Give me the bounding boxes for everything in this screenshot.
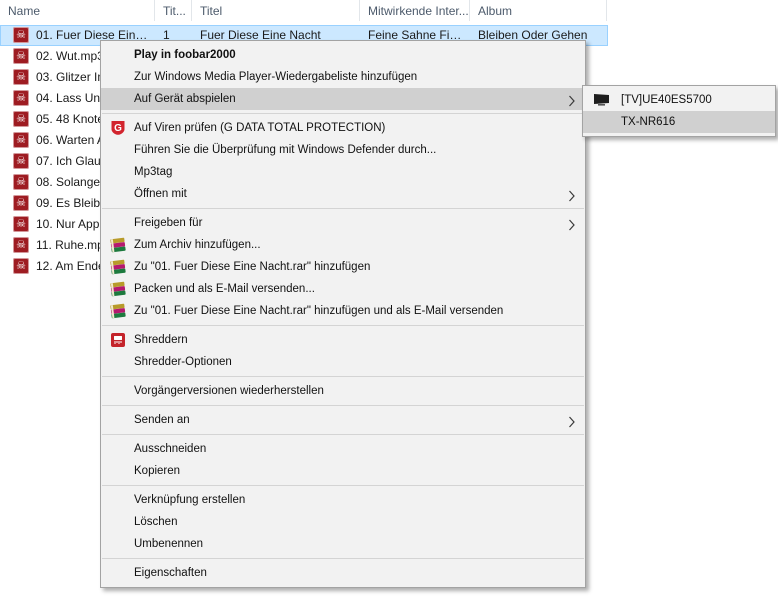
winrar-books-icon	[110, 237, 126, 253]
skull-album-art-icon: ☠	[13, 90, 29, 106]
menu-separator	[102, 485, 584, 486]
menu-item-label: Zum Archiv hinzufügen...	[134, 239, 261, 251]
menu-item-cut[interactable]: Ausschneiden	[101, 438, 585, 460]
menu-item-label: Auf Gerät abspielen	[134, 93, 236, 105]
menu-item-label: Senden an	[134, 414, 190, 426]
menu-separator	[102, 558, 584, 559]
menu-item-add-to-rar-and-email[interactable]: Zu "01. Fuer Diese Eine Nacht.rar" hinzu…	[101, 300, 585, 322]
column-header-album[interactable]: Album	[470, 0, 607, 21]
shredder-icon	[110, 332, 126, 348]
context-menu: Play in foobar2000 Zur Windows Media Pla…	[100, 40, 586, 588]
menu-item-label: Freigeben für	[134, 217, 202, 229]
menu-item-share-with[interactable]: Freigeben für	[101, 212, 585, 234]
menu-item-rename[interactable]: Umbenennen	[101, 533, 585, 555]
menu-separator	[102, 376, 584, 377]
menu-item-label: Shreddern	[134, 334, 188, 346]
menu-item-play-to-device[interactable]: Auf Gerät abspielen	[101, 88, 585, 110]
column-header-track[interactable]: Tit...	[155, 0, 192, 21]
menu-item-label: Auf Viren prüfen (G DATA TOTAL PROTECTIO…	[134, 122, 385, 134]
gdata-shield-icon: G	[110, 120, 126, 136]
menu-item-add-to-archive[interactable]: Zum Archiv hinzufügen...	[101, 234, 585, 256]
skull-album-art-icon: ☠	[13, 195, 29, 211]
menu-item-delete[interactable]: Löschen	[101, 511, 585, 533]
menu-item-play-in-foobar2000[interactable]: Play in foobar2000	[101, 44, 585, 66]
menu-item-label: Öffnen mit	[134, 188, 187, 200]
file-list-header: Name Tit... Titel Mitwirkende Inter... A…	[0, 0, 607, 21]
submenu-item-tv-ue40es5700[interactable]: [TV]UE40ES5700	[583, 89, 775, 111]
skull-album-art-icon: ☠	[13, 153, 29, 169]
skull-album-art-icon: ☠	[13, 69, 29, 85]
skull-album-art-icon: ☠	[13, 174, 29, 190]
menu-separator	[102, 405, 584, 406]
menu-item-label: Packen und als E-Mail versenden...	[134, 283, 315, 295]
submenu-item-tx-nr616[interactable]: TX-NR616	[583, 111, 775, 133]
menu-item-properties[interactable]: Eigenschaften	[101, 562, 585, 584]
skull-album-art-icon: ☠	[13, 48, 29, 64]
play-to-device-submenu: [TV]UE40ES5700 TX-NR616	[582, 85, 776, 137]
menu-separator	[102, 434, 584, 435]
skull-album-art-icon: ☠	[13, 111, 29, 127]
menu-item-shred[interactable]: Shreddern	[101, 329, 585, 351]
menu-item-defender-scan[interactable]: Führen Sie die Überprüfung mit Windows D…	[101, 139, 585, 161]
menu-item-mp3tag[interactable]: Mp3tag	[101, 161, 585, 183]
menu-item-label: Zu "01. Fuer Diese Eine Nacht.rar" hinzu…	[134, 305, 503, 317]
winrar-books-icon	[110, 303, 126, 319]
menu-item-copy[interactable]: Kopieren	[101, 460, 585, 482]
menu-separator	[102, 113, 584, 114]
menu-item-gdata-virus-scan[interactable]: G Auf Viren prüfen (G DATA TOTAL PROTECT…	[101, 117, 585, 139]
menu-item-add-to-rar[interactable]: Zu "01. Fuer Diese Eine Nacht.rar" hinzu…	[101, 256, 585, 278]
menu-item-restore-previous-versions[interactable]: Vorgängerversionen wiederherstellen	[101, 380, 585, 402]
submenu-arrow-icon	[568, 93, 576, 110]
column-header-artist[interactable]: Mitwirkende Inter...	[360, 0, 470, 21]
menu-separator	[102, 208, 584, 209]
column-header-title[interactable]: Titel	[192, 0, 360, 21]
svg-text:G: G	[114, 123, 122, 134]
menu-item-add-to-wmp-playlist[interactable]: Zur Windows Media Player-Wiedergabeliste…	[101, 66, 585, 88]
skull-album-art-icon: ☠	[13, 216, 29, 232]
menu-item-label: Zu "01. Fuer Diese Eine Nacht.rar" hinzu…	[134, 261, 370, 273]
menu-item-open-with[interactable]: Öffnen mit	[101, 183, 585, 205]
menu-item-shredder-options[interactable]: Shredder-Optionen	[101, 351, 585, 373]
tv-icon	[593, 93, 611, 107]
winrar-books-icon	[110, 281, 126, 297]
skull-album-art-icon: ☠	[13, 237, 29, 253]
menu-separator	[102, 325, 584, 326]
submenu-item-label: TX-NR616	[621, 116, 675, 128]
submenu-item-label: [TV]UE40ES5700	[621, 94, 712, 106]
menu-item-pack-and-email[interactable]: Packen und als E-Mail versenden...	[101, 278, 585, 300]
submenu-arrow-icon	[568, 414, 576, 431]
menu-item-create-shortcut[interactable]: Verknüpfung erstellen	[101, 489, 585, 511]
menu-item-send-to[interactable]: Senden an	[101, 409, 585, 431]
skull-album-art-icon: ☠	[13, 132, 29, 148]
column-header-name[interactable]: Name	[0, 0, 155, 21]
winrar-books-icon	[110, 259, 126, 275]
submenu-arrow-icon	[568, 217, 576, 234]
skull-album-art-icon: ☠	[13, 27, 29, 43]
skull-album-art-icon: ☠	[13, 258, 29, 274]
submenu-arrow-icon	[568, 188, 576, 205]
